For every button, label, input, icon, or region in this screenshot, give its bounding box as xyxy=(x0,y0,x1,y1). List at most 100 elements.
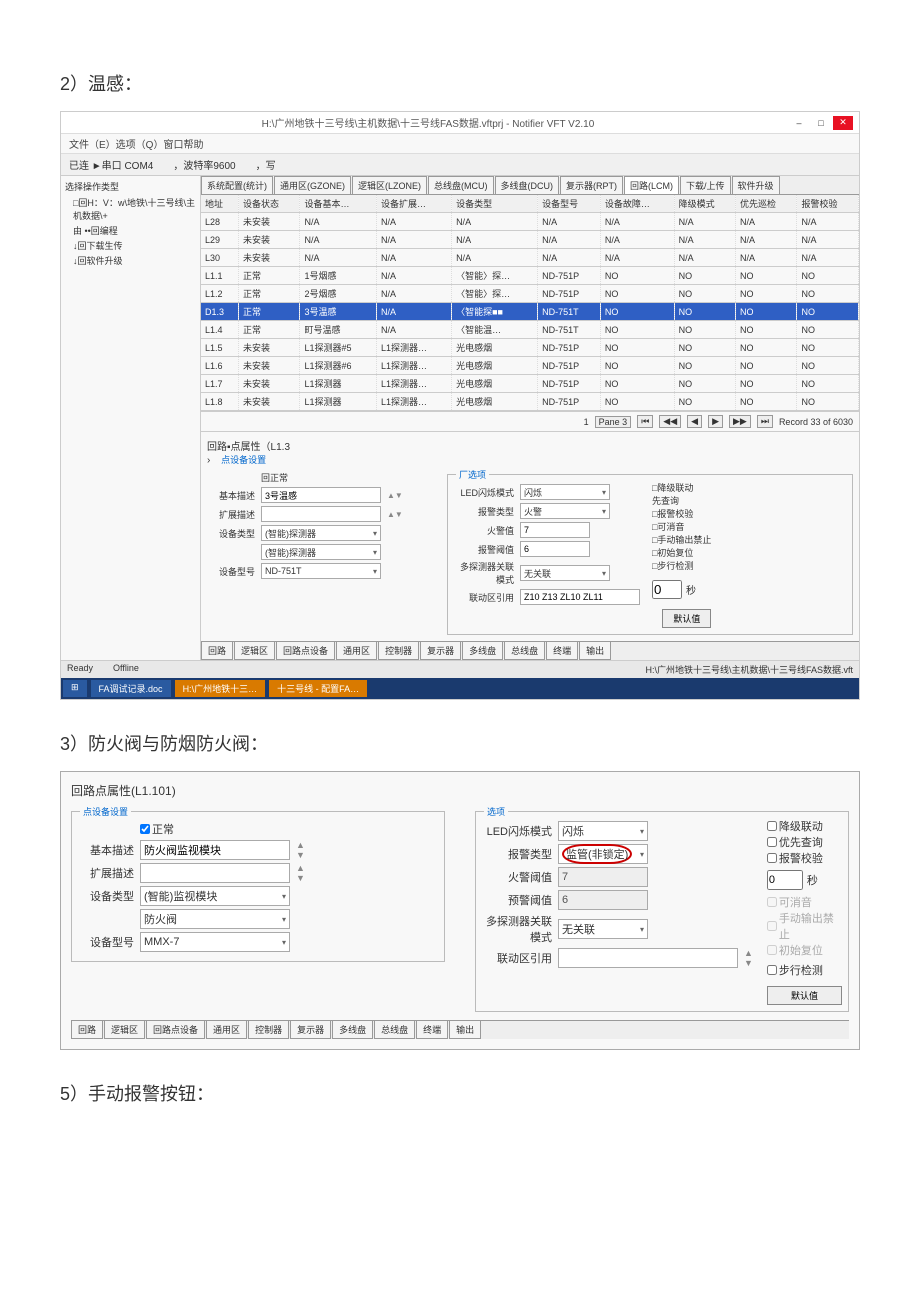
bottom-tab[interactable]: 复示器 xyxy=(420,642,461,660)
tree-item[interactable]: 由 ••回编程 xyxy=(65,223,196,238)
fire-threshold-input[interactable] xyxy=(520,522,590,538)
table-row[interactable]: L29未安装N/AN/AN/AN/AN/AN/AN/AN/A xyxy=(201,231,859,249)
table-row[interactable]: L28未安装N/AN/AN/AN/AN/AN/AN/AN/A xyxy=(201,213,859,231)
column-header[interactable]: 设备扩展… xyxy=(376,195,451,213)
sec-input[interactable] xyxy=(652,580,682,599)
table-row[interactable]: L1.8未安装L1探测器L1探测器…光电感烟ND-751PNONONONO xyxy=(201,393,859,411)
p2-basic-input[interactable] xyxy=(140,840,290,860)
bottom-tab[interactable]: 总线盘 xyxy=(504,642,545,660)
table-row[interactable]: D1.3正常3号温感N/A〈智能探■■ND-751TNONONONO xyxy=(201,303,859,321)
alarm-type-combo[interactable]: 火警▾ xyxy=(520,503,610,519)
bottom-tab[interactable]: 通用区 xyxy=(336,642,377,660)
prealarm-threshold-input[interactable] xyxy=(520,541,590,557)
column-header[interactable]: 降级模式 xyxy=(674,195,735,213)
column-header[interactable]: 地址 xyxy=(201,195,239,213)
p2-bottom-tab[interactable]: 逻辑区 xyxy=(104,1021,145,1039)
p2-multi-combo[interactable]: 无关联▾ xyxy=(558,919,648,939)
column-header[interactable]: 优先巡检 xyxy=(736,195,797,213)
p2-checkbox[interactable]: 降级联动 xyxy=(767,818,842,834)
p2-dtype-combo[interactable]: (智能)监视模块▾ xyxy=(140,886,290,906)
column-header[interactable]: 设备状态 xyxy=(239,195,300,213)
close-icon[interactable]: ✕ xyxy=(833,116,853,130)
start-icon[interactable]: ⊞ xyxy=(63,680,87,697)
tab[interactable]: 下载/上传 xyxy=(680,176,731,194)
pager-prev-icon[interactable]: ◀ xyxy=(687,415,702,428)
p2-bottom-tab[interactable]: 多线盘 xyxy=(332,1021,373,1039)
option-checkbox[interactable]: □手动输出禁止 xyxy=(652,533,711,546)
bottom-tab[interactable]: 回路点设备 xyxy=(276,642,335,660)
p2-bottom-tab[interactable]: 回路 xyxy=(71,1021,103,1039)
p2-bottom-tab[interactable]: 输出 xyxy=(449,1021,481,1039)
option-checkbox[interactable]: □初始复位 xyxy=(652,546,711,559)
column-header[interactable]: 设备型号 xyxy=(538,195,601,213)
p2-dmodel-combo[interactable]: MMX-7▾ xyxy=(140,932,290,952)
default-button[interactable]: 默认值 xyxy=(662,609,711,628)
table-row[interactable]: L1.4正常町号温感N/A〈智能温…ND-751TNONONONO xyxy=(201,321,859,339)
device-type-combo[interactable]: (智能)探测器▾ xyxy=(261,525,381,541)
tree-item[interactable]: ↓回软件升级 xyxy=(65,253,196,268)
p2-bottom-tab[interactable]: 终端 xyxy=(416,1021,448,1039)
multi-mode-combo[interactable]: 无关联▾ xyxy=(520,565,610,581)
tree-root[interactable]: □回H：V：w\地铁\十三号线\主机数据\+ xyxy=(65,195,196,223)
p2-bottom-tab[interactable]: 回路点设备 xyxy=(146,1021,205,1039)
p2-sec-input[interactable] xyxy=(767,870,803,890)
p2-bottom-tab[interactable]: 总线盘 xyxy=(374,1021,415,1039)
pager-next-fast-icon[interactable]: ▶▶ xyxy=(729,415,751,428)
pager-pane-dropdown[interactable]: Pane 3 xyxy=(595,416,632,428)
option-checkbox[interactable]: □降级联动 xyxy=(652,481,711,494)
table-row[interactable]: L1.7未安装L1探测器L1探测器…光电感烟ND-751PNONONONO xyxy=(201,375,859,393)
p2-bottom-tab[interactable]: 复示器 xyxy=(290,1021,331,1039)
table-row[interactable]: L30未安装N/AN/AN/AN/AN/AN/AN/AN/A xyxy=(201,249,859,267)
tab[interactable]: 系统配置(统计) xyxy=(201,176,273,194)
led-mode-combo[interactable]: 闪烁▾ xyxy=(520,484,610,500)
tab[interactable]: 软件升级 xyxy=(732,176,780,194)
option-checkbox[interactable]: 先查询 xyxy=(652,494,711,507)
column-header[interactable]: 设备故障… xyxy=(600,195,674,213)
basic-desc-input[interactable] xyxy=(261,487,381,503)
p2-default-button[interactable]: 默认值 xyxy=(767,986,842,1005)
pager-next-icon[interactable]: ▶ xyxy=(708,415,723,428)
device-model-combo[interactable]: ND-751T▾ xyxy=(261,563,381,579)
column-header[interactable]: 报警校验 xyxy=(797,195,859,213)
normal-checkbox[interactable]: 回正常 xyxy=(261,471,288,484)
option-checkbox[interactable]: □报警校验 xyxy=(652,507,711,520)
option-checkbox[interactable]: □步行检测 xyxy=(652,559,711,572)
bottom-tab[interactable]: 逻辑区 xyxy=(234,642,275,660)
option-checkbox[interactable]: □可消音 xyxy=(652,520,711,533)
column-header[interactable]: 设备基本… xyxy=(300,195,376,213)
p2-bottom-tab[interactable]: 通用区 xyxy=(206,1021,247,1039)
bottom-tab[interactable]: 控制器 xyxy=(378,642,419,660)
detail-link[interactable]: 点设备设置 xyxy=(221,455,266,465)
p2-checkbox[interactable]: 报警校验 xyxy=(767,850,842,866)
table-row[interactable]: L1.6未安装L1探测器#6L1探测器…光电感烟ND-751PNONONONO xyxy=(201,357,859,375)
taskbar-item[interactable]: H:\广州地铁十三… xyxy=(175,680,266,697)
tab[interactable]: 逻辑区(LZONE) xyxy=(352,176,427,194)
ext-desc-input[interactable] xyxy=(261,506,381,522)
p2-walk-chk[interactable]: 步行检测 xyxy=(767,962,842,978)
tab[interactable]: 通用区(GZONE) xyxy=(274,176,351,194)
p2-zone-input[interactable] xyxy=(558,948,738,968)
maximize-icon[interactable]: □ xyxy=(811,116,831,130)
p2-bottom-tab[interactable]: 控制器 xyxy=(248,1021,289,1039)
table-row[interactable]: L1.5未安装L1探测器#5L1探测器…光电感烟ND-751PNONONONO xyxy=(201,339,859,357)
column-header[interactable]: 设备类型 xyxy=(452,195,538,213)
bottom-tab[interactable]: 多线盘 xyxy=(462,642,503,660)
menu-bar[interactable]: 文件（E）选项（Q）窗口帮助 xyxy=(61,134,859,154)
tree-item[interactable]: ↓回下载生传 xyxy=(65,238,196,253)
p2-dtype2-combo[interactable]: 防火阀▾ xyxy=(140,909,290,929)
table-row[interactable]: L1.1正常1号烟感N/A〈智能〉探…ND-751PNONONONO xyxy=(201,267,859,285)
tab[interactable]: 总线盘(MCU) xyxy=(428,176,494,194)
table-row[interactable]: L1.2正常2号烟感N/A〈智能〉探…ND-751PNONONONO xyxy=(201,285,859,303)
tab[interactable]: 多线盘(DCU) xyxy=(495,176,560,194)
minimize-icon[interactable]: – xyxy=(789,116,809,130)
pager-first-icon[interactable]: ⏮ xyxy=(637,415,653,428)
zone-ref-input[interactable] xyxy=(520,589,640,605)
normal-checkbox2[interactable]: 正常 xyxy=(140,821,174,837)
taskbar-item[interactable]: 十三号线 - 配置FA… xyxy=(269,680,367,697)
p2-checkbox[interactable]: 优先查询 xyxy=(767,834,842,850)
bottom-tab[interactable]: 输出 xyxy=(579,642,611,660)
device-type2-combo[interactable]: (智能)探测器▾ xyxy=(261,544,381,560)
p2-alarm-combo[interactable]: 监管(非锁定)▾ xyxy=(558,844,648,864)
bottom-tab[interactable]: 回路 xyxy=(201,642,233,660)
bottom-tab[interactable]: 终端 xyxy=(546,642,578,660)
